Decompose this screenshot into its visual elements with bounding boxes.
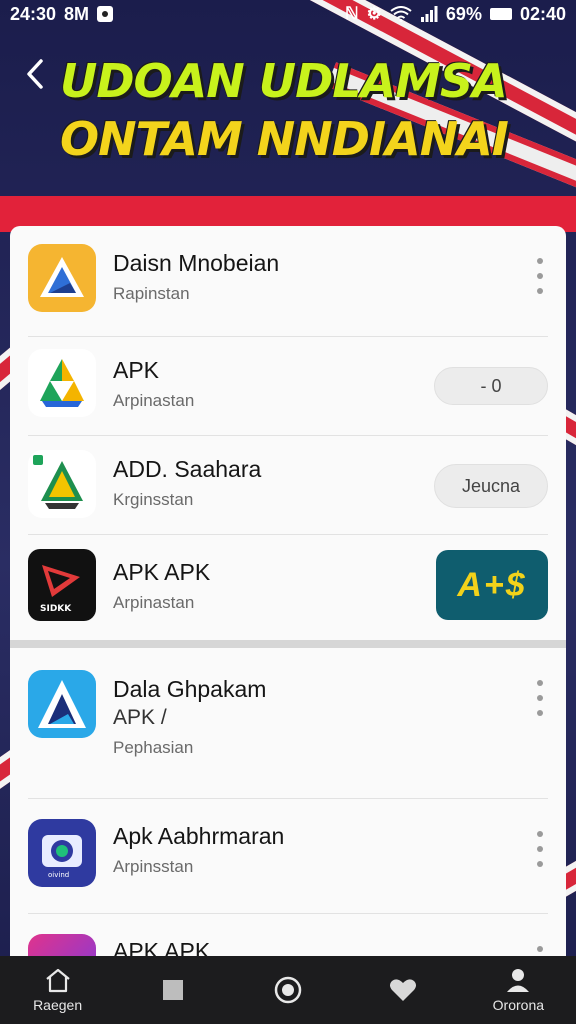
app-icon-drive <box>28 349 96 417</box>
app-title: Dala Ghpakam <box>113 676 267 702</box>
action-pill-button[interactable]: - 0 <box>434 367 548 405</box>
status-time-right: 02:40 <box>519 3 566 24</box>
more-options-icon[interactable] <box>534 831 546 867</box>
square-icon <box>162 980 183 1000</box>
app-subtitle: Pephasian <box>113 738 194 757</box>
app-icon-drive-alt <box>28 450 96 518</box>
nav-item-circle[interactable] <box>238 956 338 1024</box>
profile-icon <box>507 969 530 992</box>
svg-text:SIDKK: SIDKK <box>40 604 72 614</box>
app-list-item[interactable]: ADD. Saahara Krginsstan Jeucna <box>10 436 566 534</box>
app-title: Daisn Mnobeian <box>113 250 280 276</box>
app-list-item[interactable]: oivind Apk Aabhrmaran Arpinsstan <box>10 799 566 913</box>
wifi-icon <box>390 6 412 22</box>
bottom-navigation: Raegen Ororona <box>0 956 576 1024</box>
nav-item-square[interactable] <box>123 956 223 1024</box>
notification-icon <box>97 6 114 22</box>
app-list-item[interactable]: SIDKK APK APK Arpinastan A+$ <box>10 535 566 640</box>
nav-label: Ororona <box>492 997 545 1013</box>
app-title: ADD. Saahara <box>113 456 262 482</box>
nav-item-heart[interactable] <box>353 956 453 1024</box>
circle-icon <box>274 976 302 1004</box>
signal-icon <box>420 6 438 22</box>
more-options-icon[interactable] <box>534 258 546 294</box>
heart-icon <box>390 979 417 1001</box>
nfc-icon: ℕ <box>345 4 359 23</box>
chevron-left-icon <box>27 59 43 89</box>
app-subtitle: Arpinastan <box>113 391 195 410</box>
app-subtitle: Arpinsstan <box>113 857 194 876</box>
app-subtitle: Krginsstan <box>113 490 194 509</box>
more-options-icon[interactable] <box>534 680 546 716</box>
app-title: APK <box>113 357 160 383</box>
nav-label: Raegen <box>33 997 83 1013</box>
app-title: Apk Aabhrmaran <box>113 823 285 849</box>
app-icon-play: SIDKK <box>28 549 96 621</box>
status-time: 24:30 <box>10 3 57 24</box>
home-icon <box>45 968 70 993</box>
app-list-item[interactable]: Dala Ghpakam APK / Pephasian <box>10 648 566 798</box>
app-list-item[interactable]: Daisn Mnobeian Rapinstan <box>10 226 566 336</box>
headline-line-2: ONTAM NNDIANAI <box>60 112 509 166</box>
page-headline: UDOAN UDLAMSA ONTAM NNDIANAI <box>60 52 530 168</box>
settings-gear-icon: ⚙ <box>366 4 382 23</box>
battery-percent: 69% <box>445 3 482 24</box>
app-subtitle: Arpinastan <box>113 593 195 612</box>
status-bar: 24:30 8M ℕ ⚙ 69% 02:40 <box>0 0 576 28</box>
app-list-item[interactable]: APK Arpinastan - 0 <box>10 337 566 435</box>
nav-item-home[interactable]: Raegen <box>8 956 108 1024</box>
status-carrier: 8M <box>64 3 90 24</box>
price-button[interactable]: A+$ <box>436 550 548 620</box>
app-icon-camera: oivind <box>28 819 96 887</box>
action-pill-button[interactable]: Jeucna <box>434 464 548 508</box>
status-right: ℕ ⚙ 69% 02:40 <box>345 4 566 25</box>
status-left: 24:30 8M <box>10 3 114 25</box>
section-divider <box>10 640 566 648</box>
app-title: APK APK <box>113 559 211 585</box>
svg-text:oivind: oivind <box>48 871 69 879</box>
nav-item-profile[interactable]: Ororona <box>468 956 568 1024</box>
app-icon-drive-orange <box>28 244 96 312</box>
app-version: APK / <box>113 706 167 729</box>
battery-icon <box>489 8 512 20</box>
app-subtitle: Rapinstan <box>113 284 190 303</box>
back-button[interactable] <box>18 54 52 94</box>
headline-line-1: UDOAN UDLAMSA <box>60 54 508 108</box>
app-icon-drive-blue <box>28 670 96 738</box>
app-list-card: Daisn Mnobeian Rapinstan APK Arpinastan … <box>10 226 566 966</box>
